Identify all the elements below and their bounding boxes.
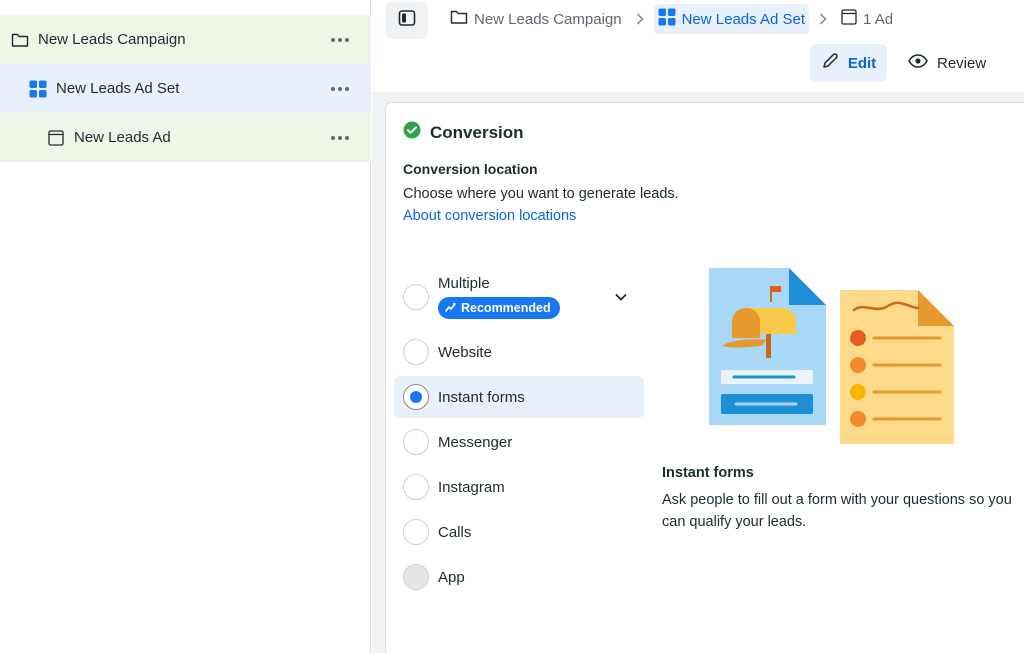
instant-forms-illustration <box>708 268 958 453</box>
radio-instant-forms[interactable] <box>403 384 429 410</box>
check-circle-icon <box>403 121 421 144</box>
review-button-label: Review <box>937 54 987 72</box>
chevron-right-icon <box>636 13 644 25</box>
ad-page-icon <box>841 9 857 29</box>
ad-page-icon <box>47 129 65 147</box>
breadcrumb-adset-label: New Leads Ad Set <box>681 10 806 28</box>
campaign-tree-panel: New Leads Campaign New Leads Ad Set New … <box>0 0 371 653</box>
more-dots-icon[interactable] <box>331 135 349 140</box>
radio-multiple[interactable] <box>403 284 429 310</box>
option-instant-forms-label: Instant forms <box>438 388 525 406</box>
eye-icon <box>908 54 928 72</box>
recommended-badge: Recommended <box>438 297 560 319</box>
sidebar-toggle-icon <box>398 9 416 32</box>
conversion-location-title: Conversion location <box>403 161 538 177</box>
breadcrumb-adset[interactable]: New Leads Ad Set <box>653 4 810 34</box>
review-button[interactable]: Review <box>904 44 990 82</box>
breadcrumb-ad-label: 1 Ad <box>863 10 894 28</box>
option-website[interactable]: Website <box>394 331 644 373</box>
radio-website[interactable] <box>403 339 429 365</box>
radio-app[interactable] <box>403 564 429 590</box>
tree-item-campaign-label: New Leads Campaign <box>38 31 186 48</box>
top-bar: New Leads Campaign New Leads Ad Set 1 Ad… <box>372 0 1024 92</box>
option-website-label: Website <box>438 343 492 361</box>
instant-forms-info-title: Instant forms <box>662 465 754 481</box>
option-app-label: App <box>438 568 465 586</box>
option-app[interactable]: App <box>394 556 644 598</box>
edit-button[interactable]: Edit <box>810 44 887 82</box>
folder-icon <box>11 31 29 49</box>
grid-icon <box>658 8 676 30</box>
option-instagram-label: Instagram <box>438 478 505 496</box>
more-dots-icon[interactable] <box>331 37 349 42</box>
option-calls-label: Calls <box>438 523 472 541</box>
breadcrumb-campaign[interactable]: New Leads Campaign <box>446 4 626 34</box>
breadcrumb-ad[interactable]: 1 Ad <box>837 4 897 34</box>
option-instagram[interactable]: Instagram <box>394 466 644 508</box>
folder-icon <box>450 9 468 29</box>
option-messenger-label: Messenger <box>438 433 513 451</box>
about-conversion-locations-link[interactable]: About conversion locations <box>403 208 576 224</box>
option-instant-forms[interactable]: Instant forms <box>394 376 644 418</box>
breadcrumb: New Leads Campaign New Leads Ad Set 1 Ad <box>446 4 897 34</box>
recommended-badge-label: Recommended <box>461 301 551 315</box>
conversion-heading: Conversion <box>403 121 524 144</box>
sparkle-icon <box>445 301 457 316</box>
conversion-location-description: Choose where you want to generate leads. <box>403 186 679 202</box>
option-calls[interactable]: Calls <box>394 511 644 553</box>
tree-item-adset[interactable]: New Leads Ad Set <box>0 64 371 113</box>
tree-item-ad[interactable]: New Leads Ad <box>0 113 371 162</box>
grid-icon <box>29 80 47 98</box>
conversion-card: Conversion Conversion location Choose wh… <box>385 102 1024 653</box>
tree-item-adset-label: New Leads Ad Set <box>56 80 180 97</box>
radio-calls[interactable] <box>403 519 429 545</box>
radio-messenger[interactable] <box>403 429 429 455</box>
pencil-icon <box>821 52 839 74</box>
sidebar-toggle-button[interactable] <box>385 2 428 39</box>
edit-button-label: Edit <box>847 54 877 72</box>
chevron-down-icon[interactable] <box>615 288 627 306</box>
option-messenger[interactable]: Messenger <box>394 421 644 463</box>
option-multiple[interactable]: Multiple Recommended <box>394 266 644 328</box>
chevron-right-icon <box>819 13 827 25</box>
option-multiple-label: Multiple <box>438 275 490 292</box>
conversion-heading-label: Conversion <box>430 122 524 142</box>
more-dots-icon[interactable] <box>331 86 349 91</box>
tree-item-ad-label: New Leads Ad <box>74 129 171 146</box>
radio-instagram[interactable] <box>403 474 429 500</box>
breadcrumb-campaign-label: New Leads Campaign <box>474 10 622 28</box>
instant-forms-info-description: Ask people to fill out a form with your … <box>662 492 1012 530</box>
tree-item-campaign[interactable]: New Leads Campaign <box>0 15 371 64</box>
